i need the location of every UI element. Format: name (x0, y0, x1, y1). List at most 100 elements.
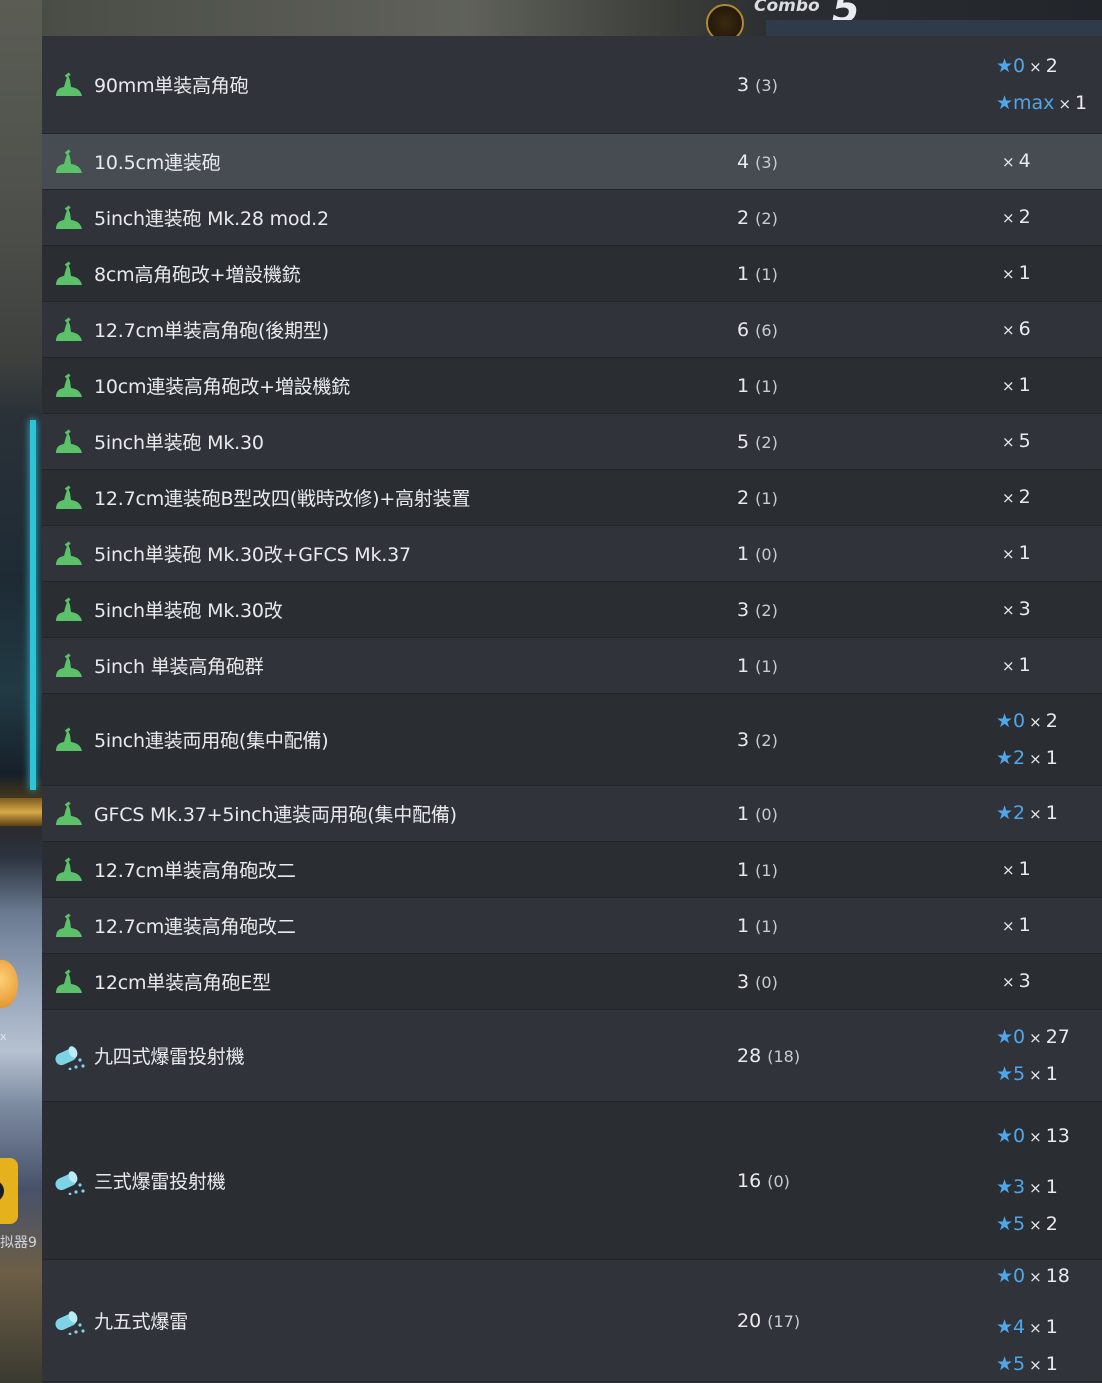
table-row[interactable]: 90mm単装高角砲 3 (3) ★0 × 2 ★max × 1 (42, 36, 1102, 134)
improvement-levels: ★0 × 13 ★3 × 1 ★5 × 2 (996, 1118, 1070, 1243)
improvement-levels: ★0 × 2 ★max × 1 (996, 48, 1087, 122)
equipment-name: 5inch連装両用砲(集中配備) (94, 730, 329, 752)
table-row[interactable]: 12.7cm連装高角砲改二 1 (1) × 1 (42, 898, 1102, 954)
level-multiplier: × 1 (1002, 654, 1031, 676)
count-available: (2) (755, 432, 778, 452)
level-multiplier: × 6 (1002, 318, 1031, 340)
level-multiplier: × 5 (1002, 430, 1031, 452)
count-total: 4 (737, 150, 750, 173)
star-level: ★4 (996, 1316, 1026, 1338)
count-total: 3 (737, 728, 750, 751)
level-multiplier: × 1 (1029, 1062, 1058, 1085)
improvement-levels: × 1 (996, 367, 1031, 404)
equipment-name: 5inch 単装高角砲群 (94, 656, 264, 678)
level-multiplier: × 2 (1029, 54, 1058, 77)
gun-icon (52, 726, 86, 754)
level-multiplier: × 18 (1029, 1265, 1070, 1287)
equipment-count: 1 (1) (737, 859, 778, 881)
improvement-level: ★5 × 2 (996, 1206, 1070, 1243)
equipment-name: 九四式爆雷投射機 (94, 1046, 245, 1068)
equipment-name: 九五式爆雷 (94, 1311, 189, 1333)
depth-charge-icon (52, 1307, 86, 1335)
improvement-levels: × 2 (996, 479, 1031, 516)
star-level: ★2 (996, 802, 1026, 824)
count-available: (1) (755, 860, 778, 880)
table-row[interactable]: 12.7cm単装高角砲(後期型) 6 (6) × 6 (42, 302, 1102, 358)
count-available: (6) (755, 320, 778, 340)
table-row[interactable]: 5inch連装砲 Mk.28 mod.2 2 (2) × 2 (42, 190, 1102, 246)
count-total: 1 (737, 262, 750, 285)
table-row[interactable]: 三式爆雷投射機 16 (0) ★0 × 13 ★3 × 1 ★5 × 2 (42, 1102, 1102, 1260)
star-level: ★2 (996, 746, 1026, 769)
table-row[interactable]: GFCS Mk.37+5inch連装両用砲(集中配備) 1 (0) ★2 × 1 (42, 786, 1102, 842)
count-available: (2) (755, 730, 778, 750)
table-row[interactable]: 12.7cm連装砲B型改四(戦時改修)+高射装置 2 (1) × 2 (42, 470, 1102, 526)
table-row[interactable]: 10cm連装高角砲改+増設機銃 1 (1) × 1 (42, 358, 1102, 414)
combo-label: Combo (754, 0, 820, 16)
improvement-level: ★5 × 1 (996, 1346, 1070, 1383)
count-available: (1) (755, 916, 778, 936)
equipment-name: 12.7cm連装高角砲改二 (94, 916, 296, 938)
table-row[interactable]: 九四式爆雷投射機 28 (18) ★0 × 27 ★5 × 1 (42, 1010, 1102, 1102)
emulator-app-icon[interactable] (0, 1158, 18, 1224)
improvement-level: ★max × 1 (996, 85, 1087, 122)
count-available: (0) (767, 1171, 790, 1191)
level-multiplier: × 1 (1002, 262, 1031, 284)
equipment-name: 10cm連装高角砲改+増設機銃 (94, 376, 351, 398)
count-available: (3) (755, 152, 778, 172)
table-row[interactable]: 5inch 単装高角砲群 1 (1) × 1 (42, 638, 1102, 694)
equipment-count: 2 (2) (737, 207, 778, 229)
table-row[interactable]: 5inch連装両用砲(集中配備) 3 (2) ★0 × 2 ★2 × 1 (42, 694, 1102, 786)
equipment-name: 12cm単装高角砲E型 (94, 972, 271, 994)
improvement-levels: ★0 × 2 ★2 × 1 (996, 703, 1058, 777)
gun-icon (52, 428, 86, 456)
table-row[interactable]: 九五式爆雷 20 (17) ★0 × 18 ★4 × 1 ★5 × 1 (42, 1260, 1102, 1382)
star-level: ★0 (996, 54, 1026, 77)
star-level: ★5 (996, 1062, 1026, 1085)
equipment-count: 1 (1) (737, 375, 778, 397)
equipment-count: 20 (17) (737, 1310, 800, 1332)
count-total: 28 (737, 1044, 762, 1067)
count-total: 16 (737, 1169, 762, 1192)
improvement-level: ★0 × 18 (996, 1258, 1070, 1295)
count-total: 1 (737, 914, 750, 937)
gun-icon (52, 484, 86, 512)
background-glow-bar (30, 420, 36, 790)
count-total: 3 (737, 970, 750, 993)
count-total: 3 (737, 73, 750, 96)
level-multiplier: × 2 (1029, 1213, 1058, 1235)
table-row[interactable]: 12cm単装高角砲E型 3 (0) × 3 (42, 954, 1102, 1010)
table-row[interactable]: 5inch単装砲 Mk.30改+GFCS Mk.37 1 (0) × 1 (42, 526, 1102, 582)
star-level: ★5 (996, 1353, 1026, 1375)
equipment-name: 5inch単装砲 Mk.30改+GFCS Mk.37 (94, 544, 411, 566)
level-multiplier: × 1 (1002, 374, 1031, 396)
table-row[interactable]: 5inch単装砲 Mk.30 5 (2) × 5 (42, 414, 1102, 470)
gun-icon (52, 540, 86, 568)
equipment-count: 3 (2) (737, 599, 778, 621)
table-row[interactable]: 5inch単装砲 Mk.30改 3 (2) × 3 (42, 582, 1102, 638)
equipment-name: 12.7cm単装高角砲(後期型) (94, 320, 329, 342)
equipment-name: 12.7cm連装砲B型改四(戦時改修)+高射装置 (94, 488, 471, 510)
depth-charge-icon (52, 1042, 86, 1070)
table-row[interactable]: 12.7cm単装高角砲改二 1 (1) × 1 (42, 842, 1102, 898)
gun-icon (52, 856, 86, 884)
count-total: 1 (737, 858, 750, 881)
equipment-name: 8cm高角砲改+増設機銃 (94, 264, 301, 286)
improvement-levels: × 5 (996, 423, 1031, 460)
count-available: (0) (755, 544, 778, 564)
equipment-name: GFCS Mk.37+5inch連装両用砲(集中配備) (94, 804, 457, 826)
equipment-count: 1 (1) (737, 655, 778, 677)
star-level: ★3 (996, 1176, 1026, 1198)
table-row[interactable]: 10.5cm連装砲 4 (3) × 4 (42, 134, 1102, 190)
improvement-levels: × 3 (996, 591, 1031, 628)
count-total: 1 (737, 802, 750, 825)
improvement-levels: × 1 (996, 535, 1031, 572)
count-available: (1) (755, 376, 778, 396)
level-multiplier: × 2 (1029, 709, 1058, 732)
gun-icon (52, 71, 86, 99)
equipment-count: 3 (0) (737, 971, 778, 993)
level-multiplier: × 1 (1029, 746, 1058, 769)
improvement-level: × 1 (996, 907, 1031, 944)
table-row[interactable]: 8cm高角砲改+増設機銃 1 (1) × 1 (42, 246, 1102, 302)
level-multiplier: × 2 (1002, 206, 1031, 228)
